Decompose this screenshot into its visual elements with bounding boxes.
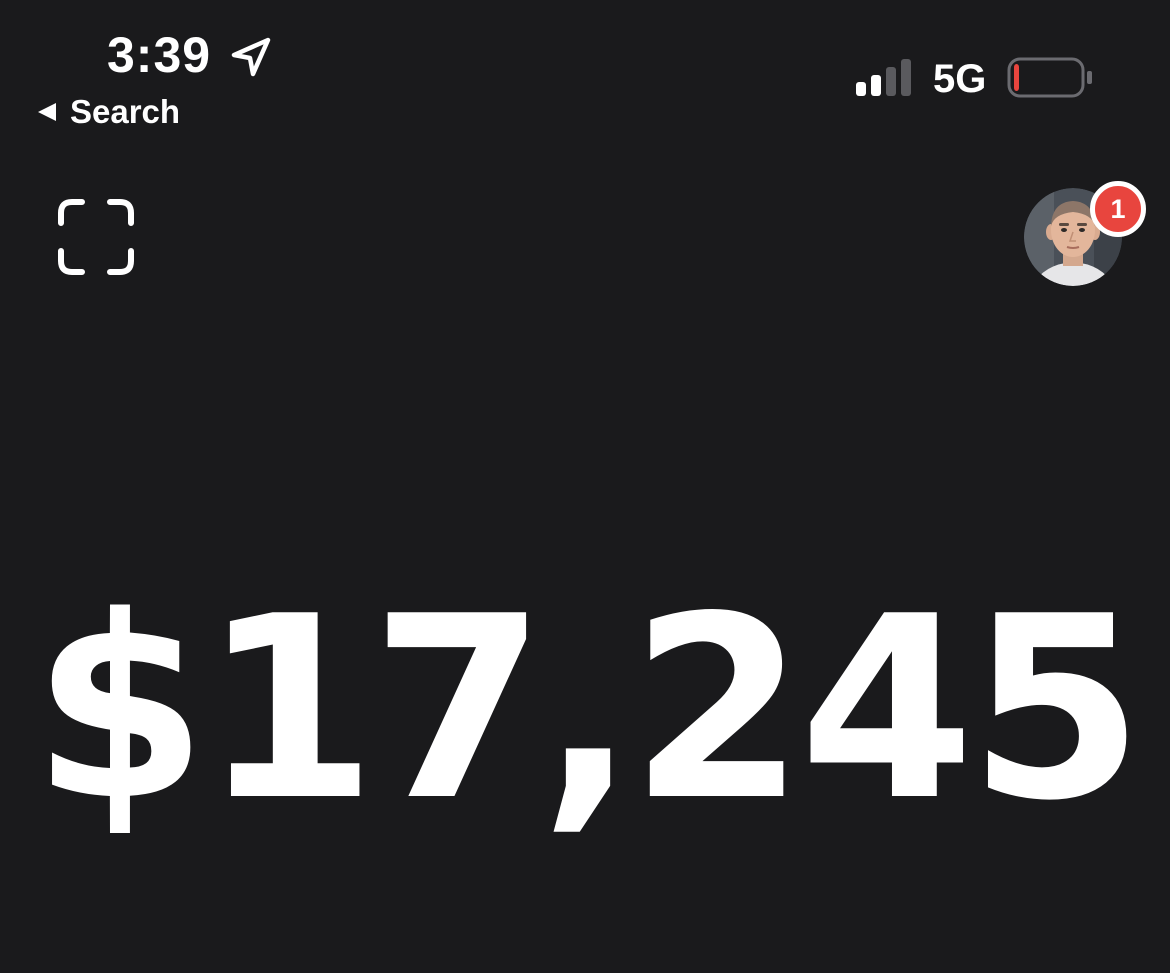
cellular-signal-icon [856, 59, 911, 96]
notification-badge: 1 [1090, 181, 1146, 237]
back-link-label: Search [70, 93, 181, 130]
status-time: 3:39 [107, 27, 212, 83]
battery-icon [1007, 57, 1092, 98]
location-arrow-icon [231, 37, 271, 77]
back-triangle-icon [38, 103, 56, 121]
scan-qr-button[interactable] [58, 199, 134, 275]
back-to-search-link[interactable]: Search [36, 92, 180, 132]
cash-app-home-screen: 3:39 Search 5G 1 $17,245 [0, 0, 1170, 973]
network-type: 5G [933, 57, 987, 101]
balance-amount[interactable]: $17,245 [0, 565, 1170, 855]
